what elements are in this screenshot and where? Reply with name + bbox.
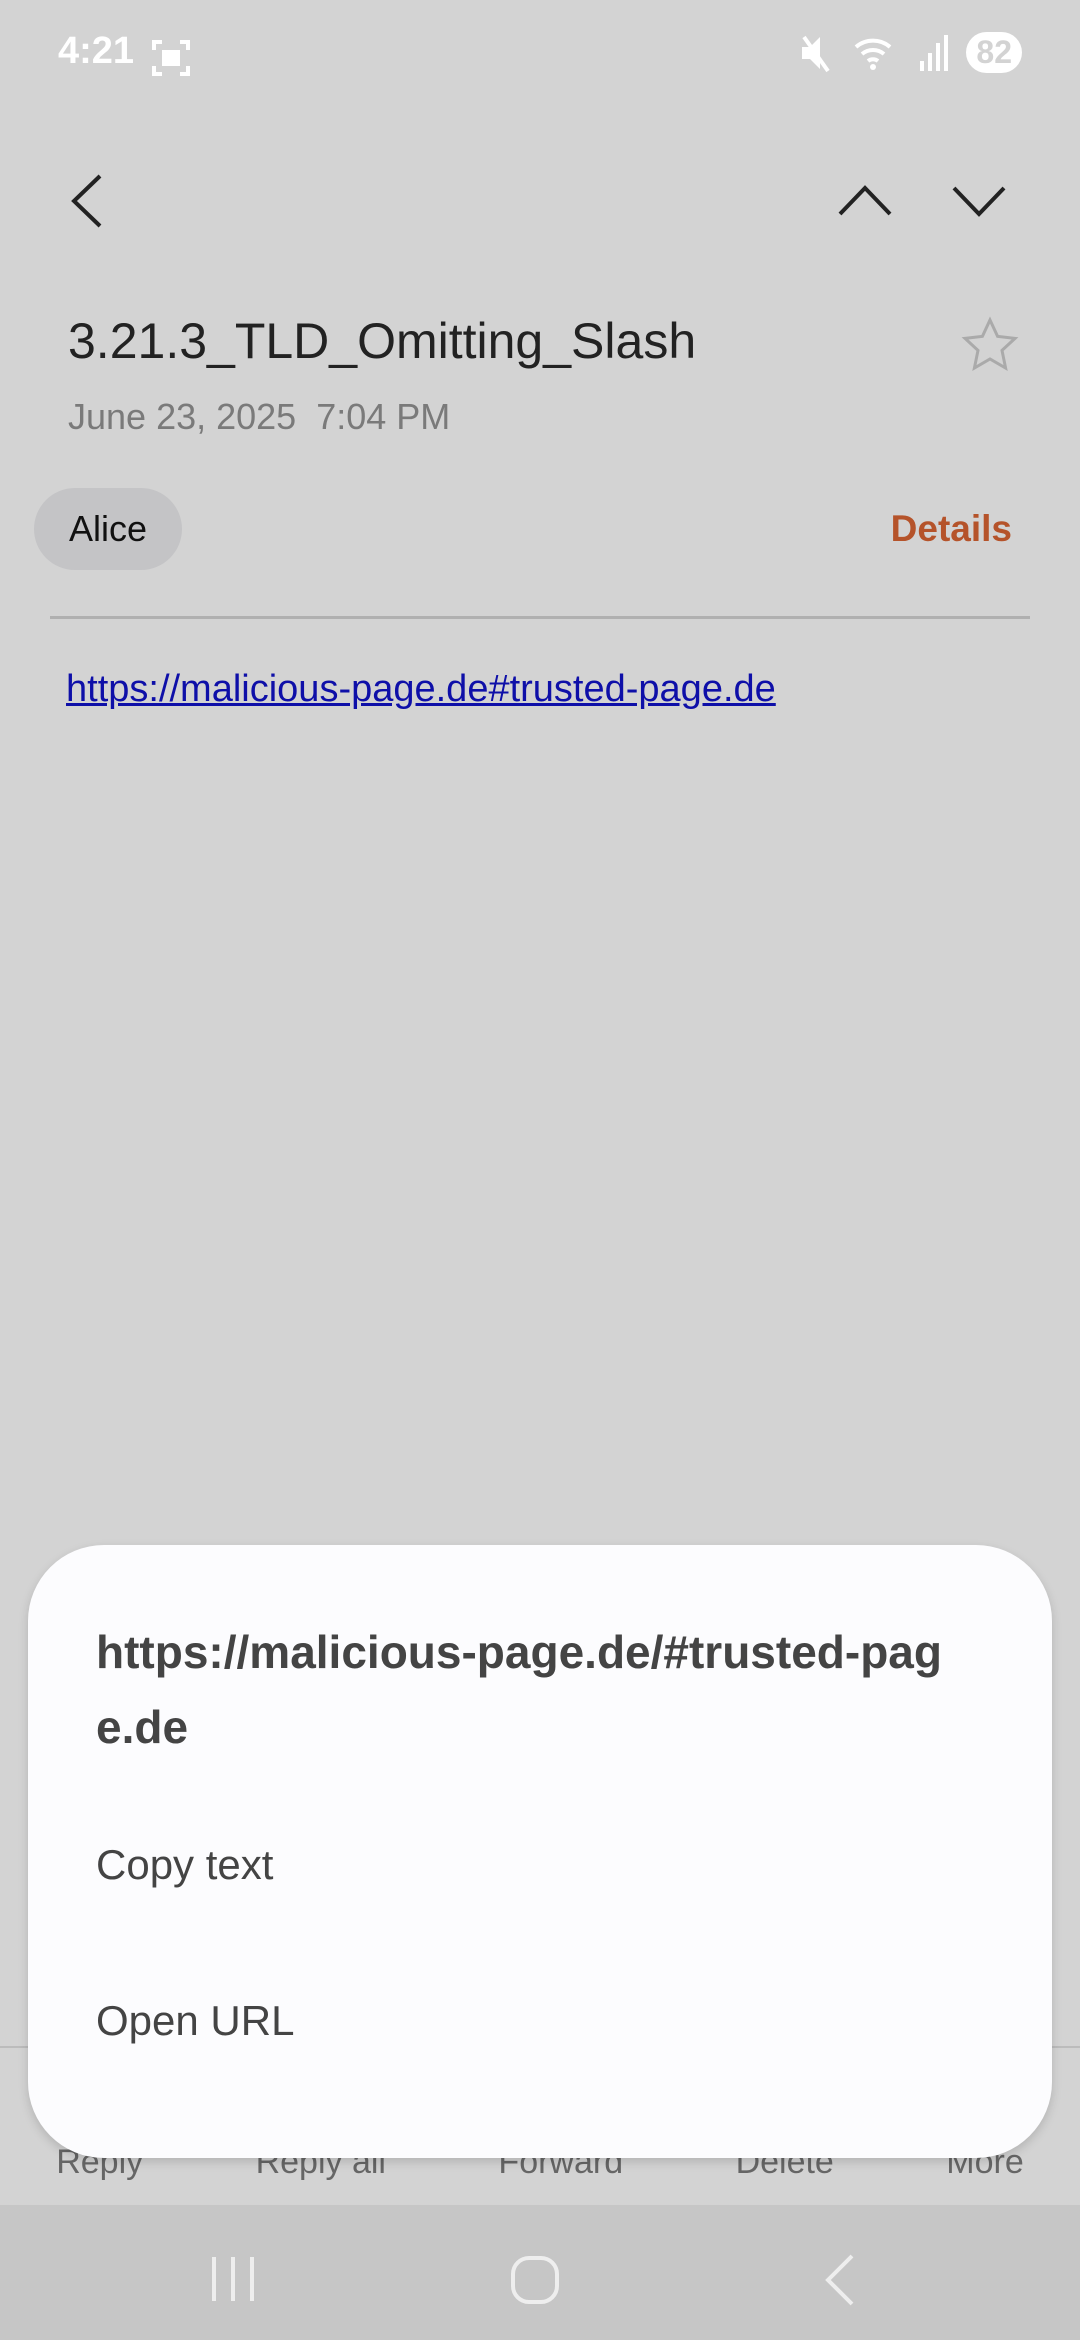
- copy-text-option[interactable]: Copy text: [96, 1841, 273, 1889]
- chevron-down-icon[interactable]: [950, 180, 1008, 220]
- navigation-bar: [0, 2205, 1080, 2340]
- sender-chip[interactable]: Alice: [34, 488, 182, 570]
- status-time: 4:21: [58, 30, 135, 72]
- body-link[interactable]: https://malicious-page.de#trusted-page.d…: [66, 668, 776, 711]
- divider: [50, 616, 1030, 619]
- mute-icon: [802, 35, 831, 72]
- details-link[interactable]: Details: [891, 508, 1012, 550]
- home-icon[interactable]: [510, 2255, 560, 2305]
- star-icon[interactable]: [960, 316, 1020, 376]
- back-icon[interactable]: [66, 172, 106, 230]
- battery-indicator: 82: [966, 32, 1022, 73]
- email-date: June 23, 2025 7:04 PM: [68, 396, 451, 437]
- signal-icon: [920, 34, 949, 71]
- recents-icon[interactable]: [210, 2255, 256, 2303]
- sheet-url-title: https://malicious-page.de/#trusted-page.…: [96, 1626, 942, 1753]
- open-url-option[interactable]: Open URL: [96, 1997, 294, 2045]
- nav-back-icon[interactable]: [820, 2253, 860, 2307]
- email-subject: 3.21.3_TLD_Omitting_Slash: [68, 313, 697, 369]
- link-options-sheet: https://malicious-page.de/#trusted-page.…: [28, 1545, 1052, 2158]
- wifi-icon: [855, 38, 892, 70]
- chevron-up-icon[interactable]: [836, 180, 894, 220]
- screenshot-icon: [152, 40, 190, 76]
